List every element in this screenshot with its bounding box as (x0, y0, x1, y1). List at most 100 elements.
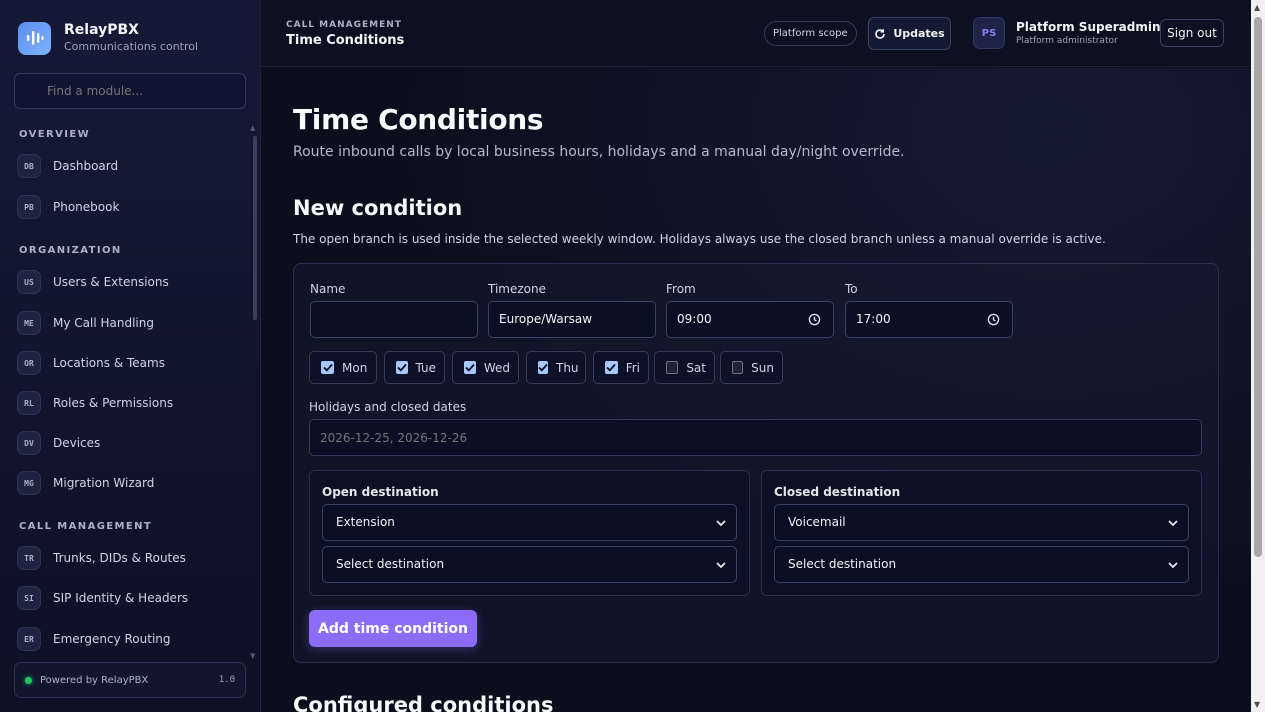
sidebar-item-devices[interactable]: DV Devices (17, 430, 100, 456)
day-toggle-tue[interactable]: Tue (384, 351, 445, 384)
migration-badge-icon: MG (17, 471, 41, 495)
from-time-value: 09:00 (677, 312, 712, 326)
open-destination-panel: Open destination Extension Select destin… (309, 470, 750, 596)
sidebar-item-label: Users & Extensions (53, 275, 169, 289)
checkbox-checked-icon[interactable] (605, 361, 618, 374)
module-search-input[interactable] (14, 73, 246, 109)
brand[interactable]: RelayPBX Communications control (18, 21, 198, 55)
roles-badge-icon: RL (17, 391, 41, 415)
updates-button[interactable]: Updates (868, 17, 951, 50)
footer-text: Powered by RelayPBX (40, 674, 149, 686)
refresh-icon (875, 28, 886, 39)
avatar[interactable]: PS (973, 17, 1005, 49)
main-content: Time Conditions Route inbound calls by l… (261, 68, 1251, 712)
add-time-condition-button[interactable]: Add time condition (309, 610, 477, 647)
devices-badge-icon: DV (17, 431, 41, 455)
chevron-down-icon (1168, 520, 1178, 527)
page-scrollbar-thumb[interactable] (1254, 17, 1262, 557)
my-call-handling-badge-icon: ME (17, 311, 41, 335)
sidebar-footer: Powered by RelayPBX 1.0 (14, 662, 246, 698)
name-input[interactable] (310, 301, 478, 338)
checkbox-unchecked-icon[interactable] (732, 361, 744, 374)
version-label: 1.0 (218, 675, 235, 685)
open-destination-target-select[interactable]: Select destination (322, 546, 737, 583)
holidays-input[interactable] (309, 419, 1202, 456)
signal-bars-icon (18, 21, 51, 55)
sidebar-scroll-up-icon[interactable]: ▲ (250, 124, 255, 132)
user-role: Platform administrator (1016, 36, 1118, 46)
day-toggle-sun[interactable]: Sun (720, 351, 783, 384)
day-label: Tue (415, 360, 437, 375)
sidebar-item-label: Trunks, DIDs & Routes (53, 551, 186, 565)
checkbox-checked-icon[interactable] (321, 361, 334, 374)
dashboard-badge-icon: DB (17, 154, 41, 178)
closed-destination-target-select[interactable]: Select destination (774, 546, 1189, 583)
scope-badge: Platform scope (764, 21, 857, 46)
day-toggle-wed[interactable]: Wed (452, 351, 519, 384)
sidebar-item-emergency-routing[interactable]: ER Emergency Routing (17, 626, 171, 652)
chevron-down-icon (1168, 562, 1178, 569)
day-toggle-mon[interactable]: Mon (309, 351, 377, 384)
day-label: Thu (556, 360, 579, 375)
sign-out-button[interactable]: Sign out (1160, 19, 1224, 47)
sidebar-item-locations[interactable]: OR Locations & Teams (17, 350, 165, 376)
day-label: Sat (686, 360, 706, 375)
phonebook-badge-icon: PB (17, 195, 41, 219)
nav-section-call-management: CALL MANAGEMENT (19, 521, 153, 532)
clock-icon[interactable] (987, 313, 1000, 326)
scroll-down-icon[interactable]: ▼ (1254, 700, 1260, 709)
day-toggle-sat[interactable]: Sat (654, 351, 715, 384)
breadcrumb: CALL MANAGEMENT (286, 20, 402, 30)
brand-subtitle: Communications control (64, 40, 199, 53)
emergency-routing-badge-icon: ER (17, 627, 41, 651)
nav-section-organization: ORGANIZATION (19, 245, 122, 256)
chevron-down-icon (716, 520, 726, 527)
open-destination-target-value: Select destination (336, 557, 445, 571)
timezone-input[interactable]: Europe/Warsaw (488, 301, 656, 338)
locations-badge-icon: OR (17, 351, 41, 375)
to-time-input[interactable]: 17:00 (845, 301, 1013, 338)
sidebar-item-sip-identity[interactable]: SI SIP Identity & Headers (17, 585, 188, 611)
closed-destination-panel: Closed destination Voicemail Select dest… (761, 470, 1202, 596)
sip-identity-badge-icon: SI (17, 586, 41, 610)
nav-section-overview: OVERVIEW (19, 129, 91, 140)
sidebar-item-trunks[interactable]: TR Trunks, DIDs & Routes (17, 545, 186, 571)
checkbox-checked-icon[interactable] (464, 361, 476, 374)
topbar: CALL MANAGEMENT Time Conditions Platform… (261, 0, 1251, 67)
closed-destination-title: Closed destination (774, 485, 901, 499)
sidebar-item-users[interactable]: US Users & Extensions (17, 269, 169, 295)
section-title: New condition (293, 196, 463, 220)
holidays-label: Holidays and closed dates (309, 400, 467, 414)
sidebar-item-dashboard[interactable]: DB Dashboard (17, 153, 118, 179)
scroll-up-icon[interactable]: ▲ (1254, 3, 1260, 12)
day-label: Sun (751, 360, 774, 375)
closed-destination-type-select[interactable]: Voicemail (774, 504, 1189, 541)
open-destination-type-select[interactable]: Extension (322, 504, 737, 541)
from-time-input[interactable]: 09:00 (666, 301, 834, 338)
checkbox-checked-icon[interactable] (396, 361, 408, 374)
sidebar-item-phonebook[interactable]: PB Phonebook (17, 194, 119, 220)
sidebar-item-migration[interactable]: MG Migration Wizard (17, 470, 154, 496)
sidebar-item-label: Emergency Routing (53, 632, 171, 646)
sidebar-item-roles[interactable]: RL Roles & Permissions (17, 390, 173, 416)
to-time-value: 17:00 (856, 312, 891, 326)
user-name: Platform Superadmin (1016, 20, 1161, 34)
users-badge-icon: US (17, 270, 41, 294)
sidebar-scrollbar[interactable] (253, 136, 257, 320)
day-label: Mon (342, 360, 368, 375)
name-label: Name (310, 282, 346, 296)
checkbox-unchecked-icon[interactable] (666, 361, 679, 374)
sidebar-item-label: SIP Identity & Headers (53, 591, 189, 605)
page-scrollbar[interactable]: ▲ ▼ (1251, 0, 1265, 712)
day-toggle-fri[interactable]: Fri (593, 351, 649, 384)
sidebar-scroll-down-icon[interactable]: ▼ (250, 652, 255, 660)
updates-label: Updates (893, 27, 945, 40)
checkbox-checked-icon[interactable] (538, 361, 548, 374)
new-condition-form: Name Timezone Europe/Warsaw From 09:00 T… (293, 263, 1219, 663)
closed-destination-type-value: Voicemail (788, 515, 846, 529)
chevron-down-icon (716, 562, 726, 569)
topbar-title: Time Conditions (286, 33, 405, 48)
clock-icon[interactable] (808, 313, 821, 326)
day-toggle-thu[interactable]: Thu (526, 351, 586, 384)
sidebar-item-my-call-handling[interactable]: ME My Call Handling (17, 310, 154, 336)
